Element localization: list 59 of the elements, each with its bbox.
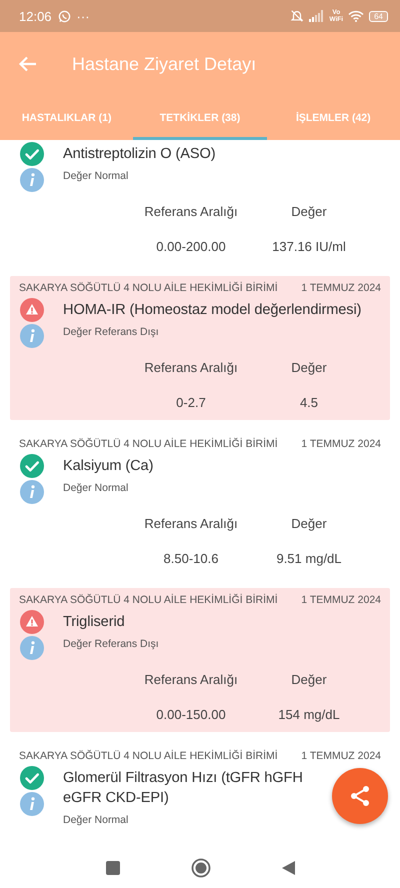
result-note: Değer Normal bbox=[63, 170, 130, 182]
chat-app-icon bbox=[58, 10, 71, 22]
test-date: 1 TEMMUZ 2024 bbox=[301, 594, 381, 606]
unit-name: SAKARYA SÖĞÜTLÜ 4 NOLU AİLE HEKİMLİĞİ BİRİMİ bbox=[19, 594, 278, 606]
info-icon[interactable] bbox=[20, 168, 44, 192]
test-name: Trigliserid bbox=[63, 613, 126, 632]
wifi-icon bbox=[348, 10, 364, 22]
back-arrow-icon[interactable] bbox=[18, 54, 38, 74]
share-icon bbox=[348, 784, 372, 808]
result-value: 4.5 bbox=[298, 395, 320, 410]
column-heading: Referans Aralığı bbox=[143, 360, 239, 375]
battery-indicator: 64 bbox=[369, 10, 388, 22]
info-icon[interactable] bbox=[20, 792, 44, 816]
warning-icon bbox=[20, 610, 44, 634]
warning-icon bbox=[20, 298, 44, 322]
result-note: Değer Normal bbox=[63, 814, 130, 826]
recents-icon[interactable] bbox=[104, 860, 120, 876]
test-date: 1 TEMMUZ 2024 bbox=[301, 282, 381, 294]
column-heading: Referans Aralığı bbox=[143, 672, 239, 687]
screen-title: Hastane Ziyaret Detayı bbox=[72, 54, 256, 74]
home-icon[interactable] bbox=[190, 858, 210, 878]
clock: 12:06 bbox=[19, 8, 52, 24]
test-date: 1 TEMMUZ 2024 bbox=[301, 438, 381, 450]
result-note: Değer Referans Dışı bbox=[63, 638, 160, 650]
result-value: 137.16 IU/ml bbox=[271, 239, 347, 254]
more-notifications: ··· bbox=[76, 8, 90, 24]
reference-range: 0.00-150.00 bbox=[155, 707, 227, 722]
column-heading: Değer bbox=[290, 516, 328, 531]
column-heading: Referans Aralığı bbox=[143, 516, 239, 531]
tab[interactable]: İŞLEMLER (42) bbox=[266, 96, 400, 140]
result-note: Değer Referans Dışı bbox=[63, 326, 160, 338]
info-icon[interactable] bbox=[20, 480, 44, 504]
test-name: Glomerül Filtrasyon Hızı (tGFR hGFH eGFR CKD-EPI) bbox=[63, 769, 304, 808]
info-icon[interactable] bbox=[20, 636, 44, 660]
reference-range: 0-2.7 bbox=[175, 395, 207, 410]
tab[interactable]: TETKİKLER (38) bbox=[133, 96, 267, 140]
test-name: Kalsiyum (Ca) bbox=[63, 457, 154, 476]
test-name: Antistreptolizin O (ASO) bbox=[63, 145, 217, 164]
unit-name: SAKARYA SÖĞÜTLÜ 4 NOLU AİLE HEKİMLİĞİ BİRİMİ bbox=[19, 282, 278, 294]
result-value: 154 mg/dL bbox=[277, 707, 341, 722]
info-icon[interactable] bbox=[20, 324, 44, 348]
signal-icon bbox=[309, 10, 324, 22]
reference-range: 0.00-200.00 bbox=[155, 239, 227, 254]
check-icon bbox=[20, 454, 44, 478]
back-icon[interactable] bbox=[280, 860, 296, 876]
result-value: 9.51 mg/dL bbox=[275, 551, 343, 566]
result-note: Değer Normal bbox=[63, 482, 130, 494]
column-heading: Değer bbox=[290, 672, 328, 687]
test-date: 1 TEMMUZ 2024 bbox=[301, 750, 381, 762]
muted-bell-icon bbox=[290, 9, 304, 23]
unit-name: SAKARYA SÖĞÜTLÜ 4 NOLU AİLE HEKİMLİĞİ BİRİMİ bbox=[19, 750, 278, 762]
column-heading: Değer bbox=[290, 204, 328, 219]
reference-range: 8.50-10.6 bbox=[162, 551, 220, 566]
test-name: HOMA-IR (Homeostaz model değerlendirmesi) bbox=[63, 301, 362, 320]
check-icon bbox=[20, 766, 44, 790]
column-heading: Referans Aralığı bbox=[143, 204, 239, 219]
unit-name: SAKARYA SÖĞÜTLÜ 4 NOLU AİLE HEKİMLİĞİ BİRİMİ bbox=[19, 438, 278, 450]
tab[interactable]: HASTALIKLAR (1) bbox=[0, 96, 134, 140]
column-heading: Değer bbox=[290, 360, 328, 375]
